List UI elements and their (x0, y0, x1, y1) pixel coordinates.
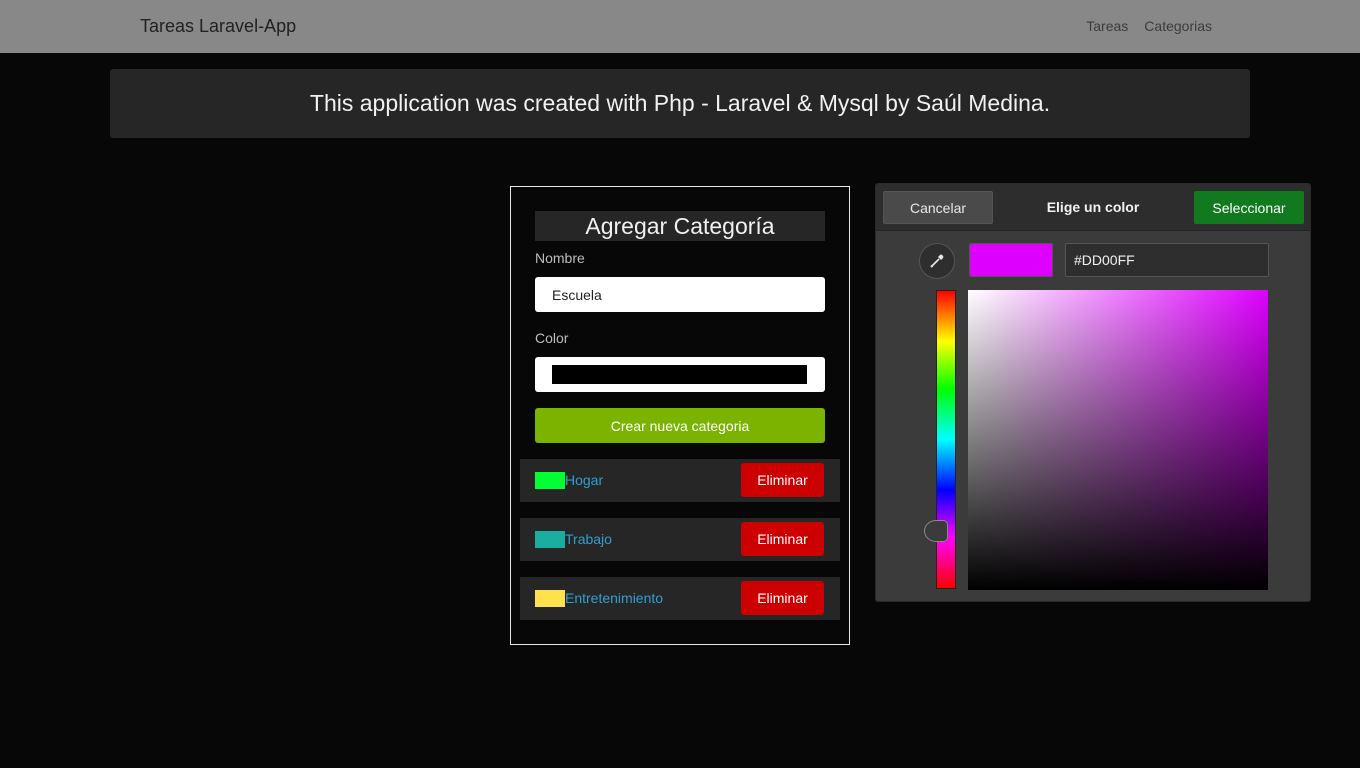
category-form-card: Agregar Categoría Nombre Color Crear nue… (510, 186, 850, 645)
nav-links: Tareas Categorias (1086, 18, 1212, 34)
brand-link[interactable]: Tareas Laravel-App (140, 16, 296, 37)
nav-link-tareas[interactable]: Tareas (1086, 18, 1128, 34)
delete-button-entretenimiento[interactable]: Eliminar (741, 581, 824, 615)
hex-input[interactable] (1065, 243, 1269, 277)
category-link-entretenimiento[interactable]: Entretenimiento (565, 590, 663, 606)
hue-slider-handle[interactable] (924, 520, 948, 542)
category-row: Entretenimiento Eliminar (520, 577, 840, 620)
category-color-chip (535, 531, 565, 548)
name-label: Nombre (535, 250, 585, 266)
delete-button-hogar[interactable]: Eliminar (741, 463, 824, 497)
category-color-chip (535, 590, 565, 607)
navbar: Tareas Laravel-App Tareas Categorias (0, 0, 1360, 53)
color-preview (969, 243, 1053, 277)
banner-text: This application was created with Php - … (309, 90, 1051, 116)
color-input[interactable] (535, 357, 825, 392)
eyedropper-icon (930, 254, 944, 268)
saturation-value-field[interactable] (968, 290, 1268, 590)
cancel-button[interactable]: Cancelar (883, 191, 993, 224)
name-input[interactable] (535, 277, 825, 312)
color-label: Color (535, 330, 569, 346)
picker-title: Elige un color (1046, 199, 1140, 215)
category-link-hogar[interactable]: Hogar (565, 472, 603, 488)
picker-header: Cancelar Elige un color Seleccionar (876, 184, 1310, 231)
color-swatch (552, 365, 807, 384)
category-row: Hogar Eliminar (520, 459, 840, 502)
select-button[interactable]: Seleccionar (1194, 191, 1304, 224)
color-picker-dialog: Cancelar Elige un color Seleccionar (875, 183, 1311, 602)
delete-button-trabajo[interactable]: Eliminar (741, 522, 824, 556)
eyedropper-button[interactable] (919, 243, 955, 279)
form-title: Agregar Categoría (535, 211, 825, 241)
category-link-trabajo[interactable]: Trabajo (565, 531, 612, 547)
hue-slider[interactable] (936, 290, 956, 589)
category-row: Trabajo Eliminar (520, 518, 840, 561)
category-color-chip (535, 472, 565, 489)
nav-link-categorias[interactable]: Categorias (1144, 18, 1212, 34)
info-banner: This application was created with Php - … (110, 69, 1250, 138)
create-category-button[interactable]: Crear nueva categoria (535, 408, 825, 443)
